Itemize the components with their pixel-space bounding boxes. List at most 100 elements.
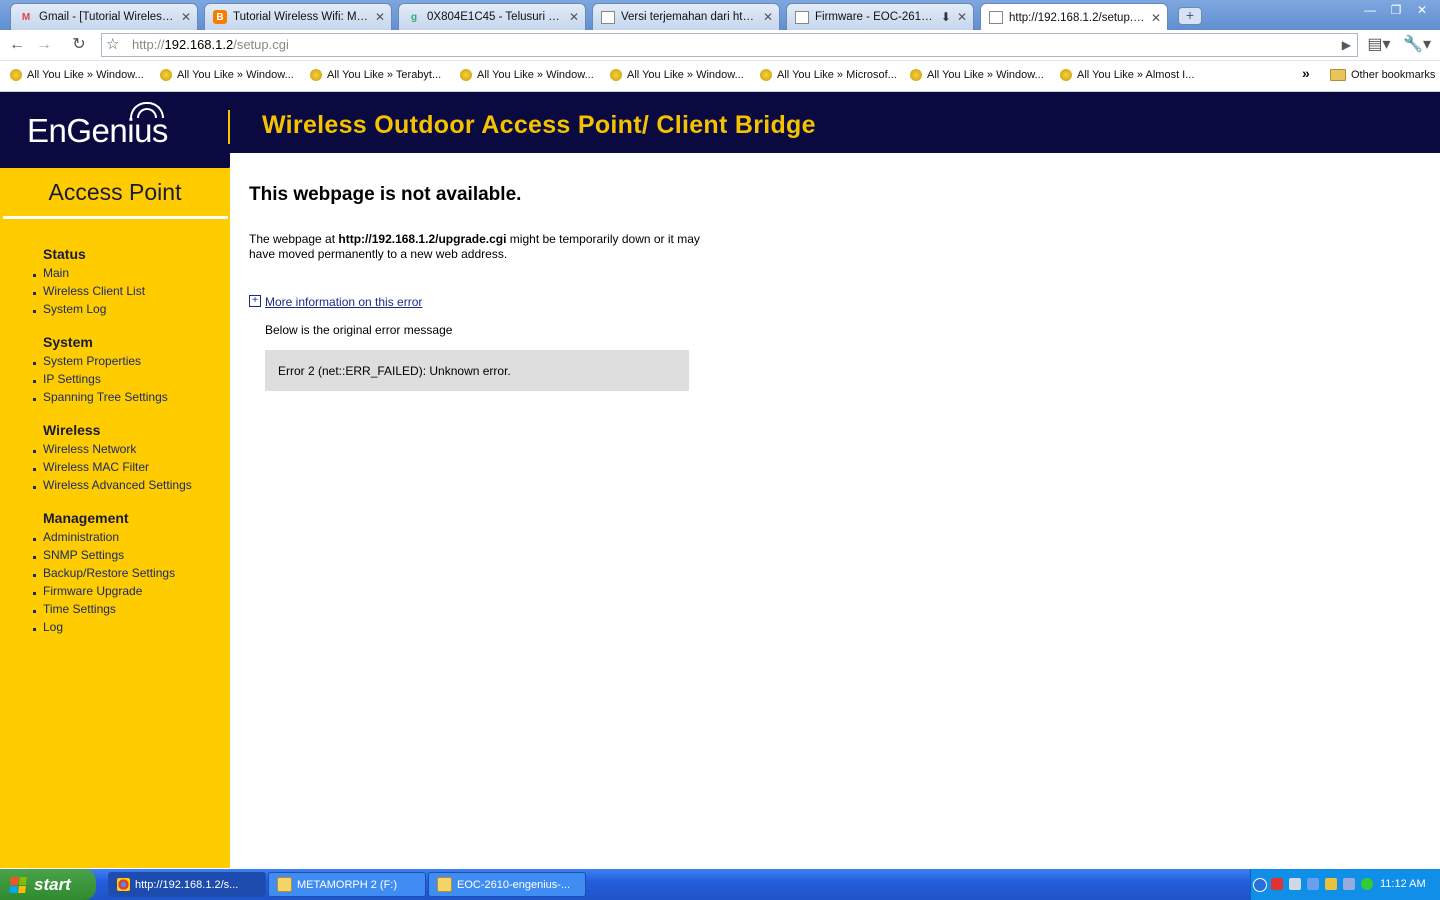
- nav-wireless-mac-filter[interactable]: Wireless MAC Filter: [43, 460, 149, 474]
- error-url: http://192.168.1.2/upgrade.cgi: [338, 232, 507, 246]
- taskbar-item-browser[interactable]: http://192.168.1.2/s...: [108, 872, 266, 897]
- tab-google[interactable]: g 0X804E1C45 - Telusuri den... ✕: [398, 3, 586, 30]
- page-icon: [989, 11, 1003, 24]
- close-icon[interactable]: ✕: [569, 10, 579, 24]
- section-heading-wireless: Wireless: [43, 422, 101, 438]
- bookmark-item[interactable]: All You Like » Window...: [460, 69, 594, 81]
- close-icon[interactable]: ✕: [763, 10, 773, 24]
- taskbar-item-eoc-folder[interactable]: EOC-2610-engenius-...: [428, 872, 586, 897]
- bullet-icon: [33, 310, 36, 313]
- other-bookmarks[interactable]: Other bookmarks: [1330, 69, 1435, 81]
- more-info-link[interactable]: More information on this error: [265, 295, 422, 309]
- folder-icon: [1330, 69, 1346, 81]
- nav-log[interactable]: Log: [43, 620, 63, 634]
- nav-wireless-network[interactable]: Wireless Network: [43, 442, 136, 456]
- close-icon[interactable]: ✕: [1151, 11, 1161, 25]
- nav-wireless-client-list[interactable]: Wireless Client List: [43, 284, 145, 298]
- nav-system-properties[interactable]: System Properties: [43, 354, 141, 368]
- bookmark-item[interactable]: All You Like » Window...: [10, 69, 144, 81]
- bookmark-item[interactable]: All You Like » Microsof...: [760, 69, 897, 81]
- tab-title: Gmail - [Tutorial Wireless W...: [39, 11, 175, 23]
- minimize-icon[interactable]: —: [1358, 1, 1382, 19]
- error-code: Error 2 (net::ERR_FAILED): Unknown error…: [278, 364, 511, 378]
- star-icon[interactable]: ☆: [106, 34, 119, 56]
- close-icon[interactable]: ✕: [181, 10, 191, 24]
- bullet-icon: [33, 398, 36, 401]
- google-icon: g: [410, 11, 418, 23]
- tab-gmail[interactable]: M Gmail - [Tutorial Wireless W... ✕: [10, 3, 198, 30]
- tray-expand-icon[interactable]: [1253, 878, 1267, 892]
- clock: 11:12 AM: [1380, 878, 1426, 890]
- bullet-icon: [33, 628, 36, 631]
- tray-app-icon[interactable]: [1361, 878, 1373, 890]
- tab-title: Versi terjemahan dari http:...: [621, 11, 757, 23]
- bullet-icon: [33, 362, 36, 365]
- network-icon[interactable]: [1289, 878, 1301, 890]
- expand-icon[interactable]: +: [249, 295, 261, 307]
- page-icon: [795, 10, 809, 24]
- nav-backup-restore[interactable]: Backup/Restore Settings: [43, 566, 175, 580]
- tab-firmware[interactable]: Firmware - EOC-2610 - ... ⬇ ✕: [786, 3, 974, 30]
- bullet-icon: [33, 274, 36, 277]
- bookmark-item[interactable]: All You Like » Window...: [910, 69, 1044, 81]
- display-icon[interactable]: [1307, 878, 1319, 890]
- gmail-icon: M: [21, 11, 31, 23]
- taskbar-item-metamorph[interactable]: METAMORPH 2 (F:): [268, 872, 426, 897]
- start-button[interactable]: start: [0, 869, 96, 900]
- bookmarks-overflow-icon[interactable]: »: [1302, 65, 1310, 81]
- page-menu-icon[interactable]: ▤▾: [1364, 34, 1394, 56]
- back-icon[interactable]: ←: [6, 34, 28, 56]
- bookmark-icon: [310, 69, 322, 81]
- bullet-icon: [33, 450, 36, 453]
- close-window-icon[interactable]: ✕: [1410, 1, 1434, 19]
- error-subheading: Below is the original error message: [265, 323, 453, 337]
- tab-blogger[interactable]: B Tutorial Wireless Wifi: Men... ✕: [204, 3, 392, 30]
- window-controls: — ❐ ✕: [1358, 1, 1434, 19]
- bullet-icon: [33, 292, 36, 295]
- nav-main[interactable]: Main: [43, 266, 69, 280]
- tab-translation[interactable]: Versi terjemahan dari http:... ✕: [592, 3, 780, 30]
- error-description: The webpage at http://192.168.1.2/upgrad…: [249, 232, 700, 261]
- taskbar-item-label: EOC-2610-engenius-...: [457, 878, 571, 891]
- tab-title: http://192.168.1.2/setup.cgi: [1009, 11, 1145, 24]
- tab-setup[interactable]: http://192.168.1.2/setup.cgi ✕: [980, 3, 1168, 31]
- bookmark-item[interactable]: All You Like » Window...: [610, 69, 744, 81]
- go-icon[interactable]: ▶: [1342, 34, 1351, 56]
- bookmark-icon: [910, 69, 922, 81]
- address-bar[interactable]: ☆ http://192.168.1.2/setup.cgi ▶: [101, 33, 1358, 57]
- close-icon[interactable]: ✕: [957, 10, 967, 24]
- reload-icon[interactable]: ↻: [68, 34, 90, 56]
- chrome-icon: [117, 878, 130, 891]
- close-icon[interactable]: ✕: [375, 10, 385, 24]
- bookmark-item[interactable]: All You Like » Terabyt...: [310, 69, 441, 81]
- tray-app-icon[interactable]: [1325, 878, 1337, 890]
- nav-wireless-advanced[interactable]: Wireless Advanced Settings: [43, 478, 192, 492]
- nav-time-settings[interactable]: Time Settings: [43, 602, 116, 616]
- nav-spanning-tree[interactable]: Spanning Tree Settings: [43, 390, 168, 404]
- wrench-icon[interactable]: 🔧▾: [1402, 34, 1432, 56]
- tray-app-icon[interactable]: [1343, 878, 1355, 890]
- section-heading-system: System: [43, 334, 93, 350]
- header-divider: [228, 110, 230, 144]
- bookmark-item[interactable]: All You Like » Window...: [160, 69, 294, 81]
- bookmark-icon: [610, 69, 622, 81]
- new-tab-button[interactable]: +: [1178, 7, 1202, 25]
- nav-ip-settings[interactable]: IP Settings: [43, 372, 101, 386]
- tab-title: 0X804E1C45 - Telusuri den...: [427, 11, 563, 23]
- forward-icon[interactable]: →: [33, 34, 55, 56]
- download-icon: ⬇: [940, 10, 951, 24]
- nav-system-log[interactable]: System Log: [43, 302, 106, 316]
- nav-firmware-upgrade[interactable]: Firmware Upgrade: [43, 584, 142, 598]
- tab-title: Tutorial Wireless Wifi: Men...: [233, 11, 369, 23]
- taskbar-item-label: METAMORPH 2 (F:): [297, 878, 398, 891]
- blogger-icon: B: [213, 10, 227, 24]
- bookmark-icon: [1060, 69, 1072, 81]
- section-heading-management: Management: [43, 510, 129, 526]
- nav-snmp-settings[interactable]: SNMP Settings: [43, 548, 124, 562]
- antivirus-icon[interactable]: [1271, 878, 1283, 890]
- windows-flag-icon: [9, 876, 27, 893]
- restore-icon[interactable]: ❐: [1384, 1, 1408, 19]
- nav-administration[interactable]: Administration: [43, 530, 119, 544]
- bookmark-item[interactable]: All You Like » Almost I...: [1060, 69, 1194, 81]
- engenius-logo: EnGenius: [27, 112, 168, 149]
